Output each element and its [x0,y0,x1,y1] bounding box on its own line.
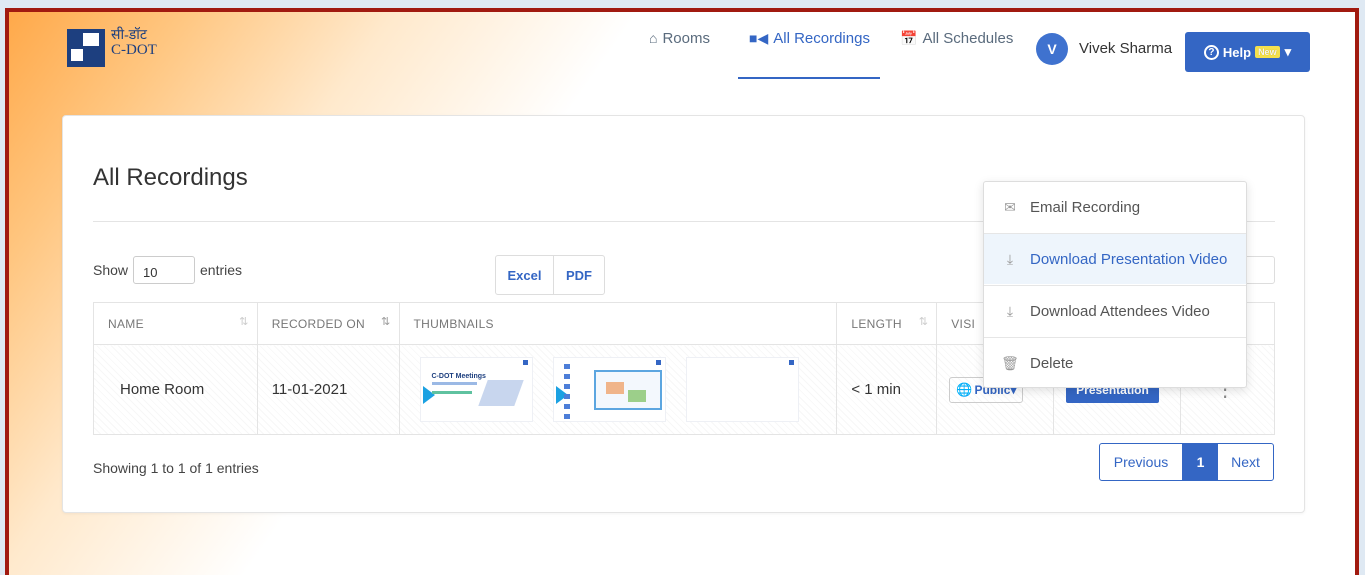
caret-down-icon: ▾ [1284,44,1292,59]
export-buttons: Excel PDF [495,255,605,295]
cell-name: Home Room [93,344,258,435]
calendar-icon: 📅 [900,29,918,46]
pagination: Previous 1 Next [1099,443,1274,481]
menu-email-label: Email Recording [1030,198,1141,216]
question-circle-icon: ? [1203,44,1219,60]
menu-delete-label: Delete [1030,354,1074,372]
new-badge: New [1255,46,1280,58]
nav-all-recordings[interactable]: ■◀ All Recordings [749,30,870,47]
home-icon: ⌂ [649,30,658,46]
download-icon: ⤓ [1006,302,1014,319]
logo-mark-icon [67,29,105,67]
user-avatar[interactable]: V [1036,33,1068,65]
globe-icon: 🌐 [956,381,973,397]
menu-download-attendees-label: Download Attendees Video [1030,302,1210,320]
video-camera-icon: ■◀ [749,29,769,46]
cell-recorded-on: 11-01-2021 [256,344,400,435]
app-frame: सी-डॉट C-DOT ⌂ Rooms ■◀ All Recordings 📅… [5,8,1359,575]
sort-desc-icon: ⇅ [380,316,391,328]
sort-icon: ⇅ [918,316,929,328]
col-name[interactable]: NAME ⇅ [93,302,258,345]
entries-label: entries [200,262,243,278]
nav-rooms[interactable]: ⌂ Rooms [649,30,710,47]
menu-email-recording[interactable]: ✉ Email Recording [984,182,1246,232]
cell-length: < 1 min [836,344,938,435]
page-title: All Recordings [93,164,248,191]
logo-english: C-DOT [111,42,157,58]
play-triangle-icon [422,386,435,404]
page-1-button[interactable]: 1 [1183,444,1218,480]
nav-all-schedules-label: All Schedules [922,29,1014,47]
next-page-button[interactable]: Next [1218,444,1273,480]
trash-icon: 🗑 [1001,354,1019,371]
table-info: Showing 1 to 1 of 1 entries [93,460,259,476]
user-name[interactable]: Vivek Sharma [1079,40,1172,57]
show-label: Show [93,262,129,278]
nav-all-recordings-label: All Recordings [773,29,870,47]
previous-page-button[interactable]: Previous [1100,444,1183,480]
help-button[interactable]: ? Help New ▾ [1185,32,1310,72]
thumbnail-1-title: C-DOT Meetings [431,373,486,380]
logo-text: सी-डॉट C-DOT [111,28,157,58]
cell-thumbnails: C-DOT Meetings [398,344,838,435]
thumbnail-1[interactable]: C-DOT Meetings [419,357,533,422]
menu-download-presentation-label: Download Presentation Video [1030,250,1228,268]
sort-icon: ⇅ [239,316,249,328]
active-nav-underline [738,77,880,79]
recording-actions-menu: ✉ Email Recording ⤓ Download Presentatio… [983,181,1247,388]
download-icon: ⤓ [1006,250,1014,267]
cdot-logo[interactable]: सी-डॉट C-DOT [67,29,157,67]
col-length[interactable]: LENGTH ⇅ [836,302,938,345]
logo-hindi: सी-डॉट [111,28,147,43]
menu-delete[interactable]: 🗑 Delete [984,338,1246,388]
entries-select[interactable]: 10 [133,256,195,284]
nav-all-schedules[interactable]: 📅 All Schedules [900,30,1013,47]
pdf-button[interactable]: PDF [554,256,604,294]
envelope-icon: ✉ [1004,198,1016,215]
nav-rooms-label: Rooms [662,29,710,47]
excel-button[interactable]: Excel [496,256,554,294]
thumbnail-2[interactable] [552,357,666,422]
help-label: Help [1222,44,1252,60]
thumbnail-3[interactable] [685,357,799,422]
menu-download-attendees[interactable]: ⤓ Download Attendees Video [984,286,1246,336]
menu-download-presentation[interactable]: ⤓ Download Presentation Video [984,234,1246,284]
col-recorded-on[interactable]: RECORDED ON ⇅ [256,302,400,345]
laptop-illustration [477,380,524,406]
col-thumbnails: THUMBNAILS [398,302,838,345]
